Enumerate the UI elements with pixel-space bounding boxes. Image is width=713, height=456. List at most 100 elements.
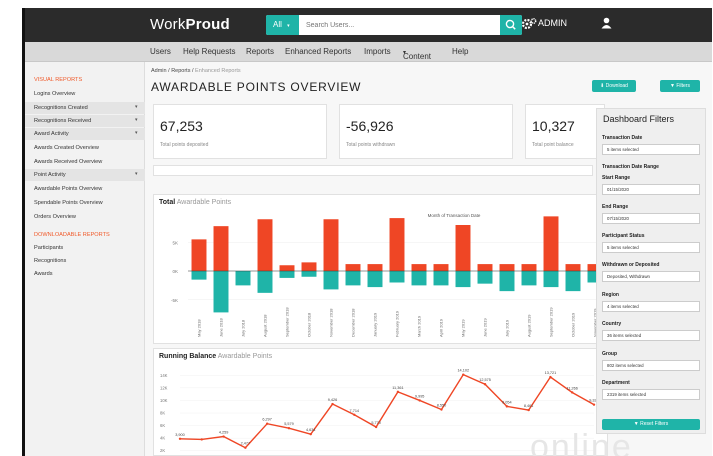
sidebar-item-point-activity[interactable]: Point Activity: [34, 172, 66, 178]
nav-help[interactable]: Help: [452, 47, 468, 56]
sidebar-item-awards-received[interactable]: Awards Received Overview: [34, 159, 102, 165]
balance-point[interactable]: [571, 391, 574, 394]
balance-point[interactable]: [265, 422, 269, 425]
sidebar-item-award-activity[interactable]: Award Activity: [34, 131, 69, 137]
balance-point[interactable]: [287, 427, 291, 430]
filters-button[interactable]: ▼ Filters: [660, 80, 700, 92]
bar-withdrawal[interactable]: [499, 271, 515, 292]
balance-point[interactable]: [527, 408, 530, 412]
nav-users[interactable]: Users: [150, 47, 171, 56]
balance-point[interactable]: [222, 435, 225, 438]
bar-deposit[interactable]: [301, 262, 317, 271]
nav-reports[interactable]: Reports: [246, 47, 274, 56]
reset-filters-button[interactable]: ▼ Reset Filters: [602, 419, 700, 430]
nav-help-requests[interactable]: Help Requests: [183, 47, 235, 56]
country-select[interactable]: 36 items selected: [602, 330, 700, 341]
balance-point[interactable]: [592, 403, 596, 406]
balance-point[interactable]: [353, 413, 356, 416]
chevron-down-icon[interactable]: ▾: [135, 130, 138, 136]
sidebar-item-spendable-points[interactable]: Spendable Points Overview: [34, 200, 103, 206]
bar-deposit[interactable]: [411, 264, 427, 271]
balance-point[interactable]: [440, 408, 443, 411]
bar-withdrawal[interactable]: [235, 271, 251, 286]
department-select[interactable]: 2319 items selected: [602, 389, 700, 400]
bar-withdrawal[interactable]: [565, 271, 581, 292]
sidebar-item-awards[interactable]: Awards: [34, 271, 53, 277]
bar-deposit[interactable]: [257, 219, 273, 271]
search-input[interactable]: [302, 15, 498, 35]
app-logo[interactable]: WorkProud: [150, 16, 230, 33]
sidebar-item-orders[interactable]: Orders Overview: [34, 214, 76, 220]
bar-deposit[interactable]: [213, 226, 229, 271]
balance-point[interactable]: [374, 425, 378, 429]
sidebar-item-awards-created[interactable]: Awards Created Overview: [34, 145, 99, 151]
bar-withdrawal[interactable]: [455, 271, 471, 288]
bar-deposit[interactable]: [543, 216, 559, 271]
bar-withdrawal[interactable]: [213, 271, 229, 313]
bar-withdrawal[interactable]: [543, 271, 559, 288]
bar-withdrawal[interactable]: [521, 271, 537, 286]
nav-enhanced-reports[interactable]: Enhanced Reports: [285, 47, 351, 56]
breadcrumb-admin[interactable]: Admin: [151, 68, 167, 74]
user-icon[interactable]: [601, 17, 612, 29]
bar-deposit[interactable]: [279, 265, 295, 271]
bar-deposit[interactable]: [191, 239, 207, 271]
sidebar-item-recognitions-received[interactable]: Recognitions Received: [34, 118, 91, 124]
balance-point[interactable]: [483, 383, 487, 386]
gears-icon[interactable]: [521, 17, 537, 31]
sidebar-item-recognitions[interactable]: Recognitions: [34, 258, 66, 264]
bar-withdrawal[interactable]: [301, 271, 317, 277]
bar-withdrawal[interactable]: [389, 271, 405, 283]
breadcrumb-reports[interactable]: Reports: [171, 68, 190, 74]
bar-deposit[interactable]: [455, 225, 471, 271]
bar-withdrawal[interactable]: [411, 271, 427, 286]
download-button[interactable]: ⬇ Download: [592, 80, 636, 92]
balance-point[interactable]: [331, 402, 334, 406]
sidebar-item-logins[interactable]: Logins Overview: [34, 91, 75, 97]
withdrawn-deposited-select[interactable]: Deposited, Withdrawn: [602, 271, 700, 282]
sidebar-item-participants[interactable]: Participants: [34, 245, 63, 251]
group-select[interactable]: 802 items selected: [602, 360, 700, 371]
nav-content[interactable]: Content ▾: [403, 47, 431, 61]
bar-withdrawal[interactable]: [257, 271, 273, 293]
balance-point[interactable]: [200, 438, 203, 441]
bar-deposit[interactable]: [323, 219, 339, 271]
bar-withdrawal[interactable]: [367, 271, 383, 288]
bar-withdrawal[interactable]: [433, 271, 449, 286]
participant-status-select[interactable]: 5 items selected: [602, 242, 700, 253]
bar-deposit[interactable]: [433, 264, 449, 271]
bar-deposit[interactable]: [499, 264, 515, 271]
start-range-input[interactable]: 01/15/2020: [602, 184, 700, 195]
bar-deposit[interactable]: [521, 264, 537, 271]
bar-deposit[interactable]: [367, 264, 383, 271]
bar-deposit[interactable]: [565, 264, 581, 271]
chevron-down-icon[interactable]: ▾: [135, 171, 138, 177]
bar-withdrawal[interactable]: [191, 271, 207, 280]
search-button[interactable]: [500, 15, 522, 35]
end-range-input[interactable]: 07/15/2020: [602, 213, 700, 224]
search-scope-dropdown[interactable]: All ▾: [266, 15, 299, 35]
balance-point[interactable]: [244, 446, 247, 449]
sidebar-item-awardable-points[interactable]: Awardable Points Overview: [34, 186, 102, 192]
admin-label[interactable]: ADMIN: [538, 18, 567, 28]
chevron-down-icon[interactable]: ▾: [135, 104, 138, 110]
transaction-date-select[interactable]: 5 items selected: [602, 144, 700, 155]
bar-deposit[interactable]: [389, 218, 405, 271]
balance-point[interactable]: [309, 432, 312, 436]
bar-withdrawal[interactable]: [279, 271, 295, 278]
nav-imports[interactable]: Imports: [364, 47, 391, 56]
region-select[interactable]: 4 items selected: [602, 301, 700, 312]
bar-deposit[interactable]: [345, 264, 361, 271]
balance-point[interactable]: [396, 390, 400, 394]
balance-point[interactable]: [462, 373, 465, 376]
bar-withdrawal[interactable]: [345, 271, 361, 286]
bar-deposit[interactable]: [477, 264, 493, 271]
bar-withdrawal[interactable]: [477, 271, 493, 284]
balance-point[interactable]: [549, 375, 552, 379]
chevron-down-icon[interactable]: ▾: [135, 117, 138, 123]
balance-point[interactable]: [178, 437, 182, 440]
balance-point[interactable]: [418, 399, 421, 402]
balance-point[interactable]: [505, 405, 509, 408]
sidebar-item-recognitions-created[interactable]: Recognitions Created: [34, 105, 88, 111]
bar-withdrawal[interactable]: [323, 271, 339, 290]
